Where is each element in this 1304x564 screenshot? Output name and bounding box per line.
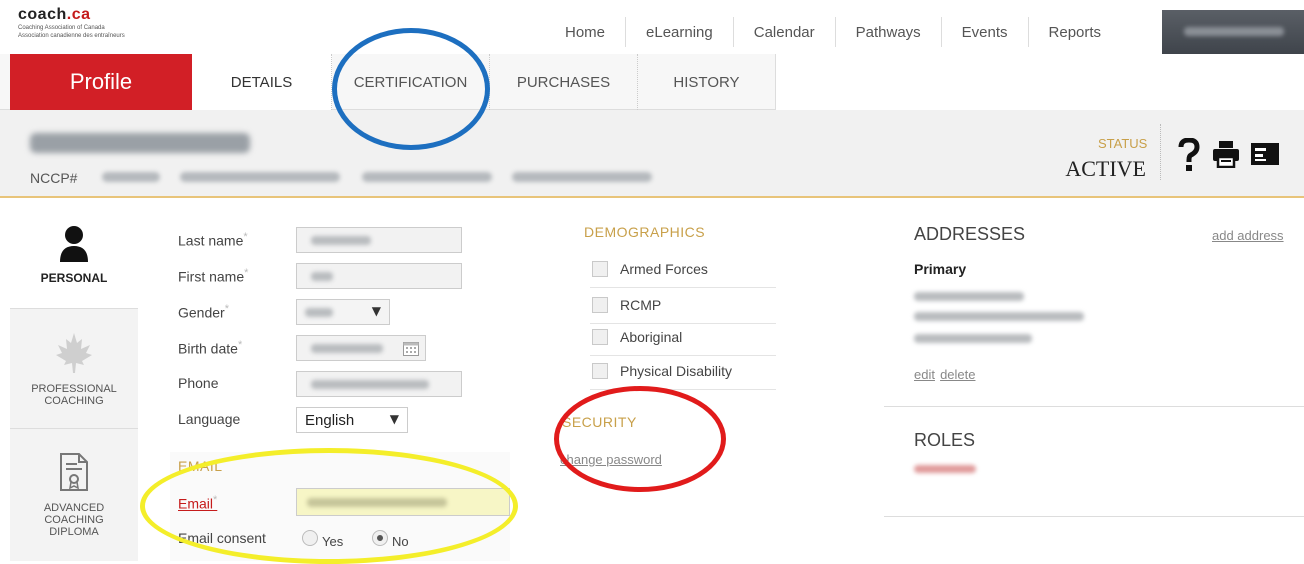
logo-tagline-en: Coaching Association of Canada <box>18 25 105 31</box>
language-label: Language <box>178 411 241 427</box>
logo-tagline-fr: Association canadienne des entraîneurs <box>18 33 125 39</box>
gender-select[interactable]: ▼ <box>296 299 390 325</box>
nav-home[interactable]: Home <box>545 24 625 41</box>
gender-value-redacted <box>305 308 333 317</box>
tab-details[interactable]: DETAILS <box>192 54 332 110</box>
address-line-redacted <box>914 292 1024 301</box>
section-divider <box>884 516 1304 517</box>
logo-text: coach.ca <box>18 6 91 23</box>
phone-input[interactable] <box>296 371 462 397</box>
delete-address-link[interactable]: delete <box>940 367 975 382</box>
sidebar-item-label: PROFESSIONAL COACHING <box>31 382 117 407</box>
calendar-icon[interactable] <box>403 341 419 360</box>
aboriginal-checkbox[interactable] <box>592 329 608 345</box>
first-name-value-redacted <box>311 272 333 281</box>
birth-date-row: Birth date* <box>160 332 520 364</box>
yellow-annotation-ellipse <box>140 448 518 564</box>
blue-annotation-ellipse <box>332 28 490 150</box>
header-divider <box>1160 124 1161 180</box>
print-icon[interactable] <box>1212 140 1240 172</box>
tab-history[interactable]: HISTORY <box>638 54 776 110</box>
rcmp-checkbox[interactable] <box>592 297 608 313</box>
address-line-redacted <box>914 312 1084 321</box>
last-name-value-redacted <box>311 236 371 245</box>
red-annotation-ellipse <box>554 386 726 492</box>
demographic-label: Armed Forces <box>620 261 708 277</box>
tab-purchases[interactable]: PURCHASES <box>490 54 638 110</box>
demographics-title: DEMOGRAPHICS <box>584 224 706 240</box>
address-line-redacted <box>914 334 1032 343</box>
profile-header: NCCP# STATUS ACTIVE <box>0 110 1304 198</box>
profile-sidebar: PERSONAL PROFESSIONAL COACHING ADVANCED … <box>10 200 138 561</box>
first-name-label: First name* <box>178 267 249 285</box>
profile-section-title: Profile <box>10 54 192 110</box>
last-name-row: Last name* <box>160 224 520 256</box>
last-name-input[interactable] <box>296 227 462 253</box>
first-name-row: First name* <box>160 260 520 292</box>
addresses-title: ADDRESSES <box>914 224 1026 244</box>
language-row: Language English ▼ <box>160 404 520 436</box>
certificate-icon <box>59 452 89 496</box>
status-badge: ACTIVE <box>1065 156 1146 181</box>
demographic-item-aboriginal: Aboriginal <box>590 320 776 356</box>
location-redacted <box>512 172 652 182</box>
nav-reports[interactable]: Reports <box>1029 24 1122 41</box>
gender-row: Gender* ▼ <box>160 296 520 328</box>
last-name-label: Last name* <box>178 231 248 249</box>
help-icon[interactable] <box>1178 137 1200 176</box>
phone-redacted <box>362 172 492 182</box>
chevron-down-icon: ▼ <box>371 304 381 318</box>
primary-address-label: Primary <box>914 261 967 277</box>
id-card-icon[interactable] <box>1250 142 1280 170</box>
coach-ca-logo[interactable]: coach.ca Coaching Association of Canada … <box>18 6 178 48</box>
armed-forces-checkbox[interactable] <box>592 261 608 277</box>
physical-disability-checkbox[interactable] <box>592 363 608 379</box>
user-menu-button[interactable] <box>1162 10 1304 54</box>
edit-address-link[interactable]: edit <box>914 367 935 382</box>
person-icon <box>58 224 90 266</box>
language-select[interactable]: English ▼ <box>296 407 408 433</box>
chevron-down-icon: ▼ <box>389 412 399 426</box>
nav-pathways[interactable]: Pathways <box>836 24 941 41</box>
nccp-number-label: NCCP# <box>30 170 78 186</box>
nccp-number-redacted <box>102 172 160 182</box>
status-label: STATUS <box>1098 136 1148 151</box>
phone-row: Phone <box>160 368 520 400</box>
email-redacted <box>180 172 340 182</box>
roles-title: ROLES <box>914 430 976 450</box>
add-address-link[interactable]: add address <box>1212 228 1284 243</box>
demographic-item-physical-disability: Physical Disability <box>590 354 776 390</box>
demographic-label: Aboriginal <box>620 329 683 345</box>
section-divider <box>884 406 1304 407</box>
user-name-redacted <box>1184 27 1284 36</box>
member-name-redacted <box>30 133 250 153</box>
birth-date-value-redacted <box>311 344 383 353</box>
top-bar: coach.ca Coaching Association of Canada … <box>0 0 1304 62</box>
address-actions: edit delete <box>914 364 975 383</box>
sidebar-item-label: ADVANCED COACHING DIPLOMA <box>43 502 105 538</box>
profile-tab-bar: Profile DETAILS CERTIFICATION PURCHASES … <box>0 54 1304 110</box>
nav-events[interactable]: Events <box>942 24 1028 41</box>
sidebar-item-advanced-coaching-diploma[interactable]: ADVANCED COACHING DIPLOMA <box>10 428 138 561</box>
sidebar-item-personal[interactable]: PERSONAL <box>10 200 138 308</box>
sidebar-item-label: PERSONAL <box>40 271 108 285</box>
tab-bar-filler <box>775 54 1304 110</box>
top-navigation: Home eLearning Calendar Pathways Events … <box>545 10 1121 54</box>
demographic-item-armed-forces: Armed Forces <box>590 252 776 288</box>
language-selected-value: English <box>305 412 355 429</box>
demographic-label: RCMP <box>620 297 662 313</box>
phone-label: Phone <box>178 375 219 391</box>
sidebar-item-professional-coaching[interactable]: PROFESSIONAL COACHING <box>10 308 138 428</box>
maple-leaf-icon <box>54 331 94 377</box>
gender-label: Gender* <box>178 303 229 321</box>
demographic-label: Physical Disability <box>620 363 733 379</box>
birth-date-label: Birth date* <box>178 339 243 357</box>
birth-date-input[interactable] <box>296 335 426 361</box>
nav-elearning[interactable]: eLearning <box>626 24 733 41</box>
demographic-item-rcmp: RCMP <box>590 288 776 324</box>
phone-value-redacted <box>311 380 429 389</box>
role-redacted <box>914 465 976 473</box>
first-name-input[interactable] <box>296 263 462 289</box>
nav-calendar[interactable]: Calendar <box>734 24 835 41</box>
